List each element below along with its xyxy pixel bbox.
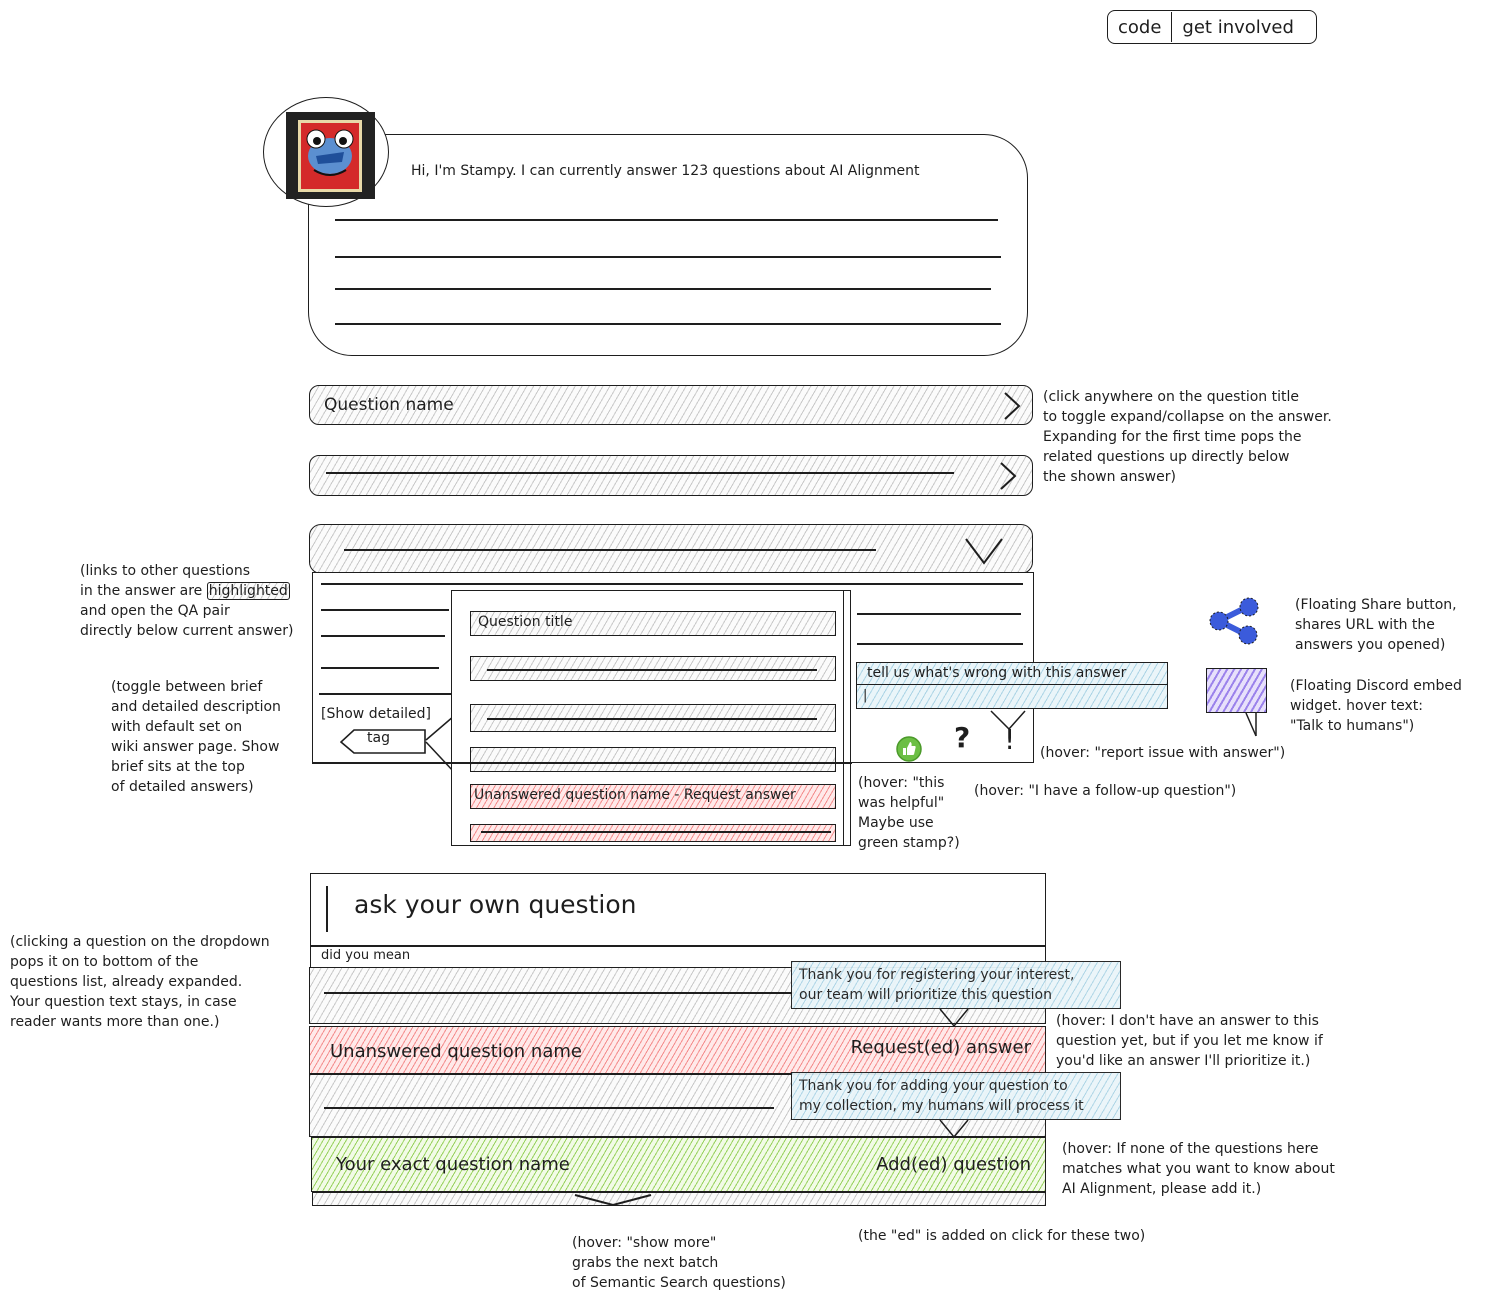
nav-link-get-involved[interactable]: get involved bbox=[1172, 17, 1304, 38]
question-title-placeholder bbox=[487, 669, 817, 671]
request-answer-hover-note: (hover: I don't have an answer to this q… bbox=[1056, 1013, 1323, 1069]
chevron-right-icon bbox=[1000, 462, 1017, 490]
related-question-unanswered[interactable] bbox=[470, 824, 836, 842]
toggle-note: (toggle between brief and detailed descr… bbox=[111, 679, 281, 795]
request-answer-tooltip: Thank you for registering your interest,… bbox=[791, 961, 1121, 1009]
related-question[interactable] bbox=[470, 656, 836, 681]
related-question[interactable]: Question title bbox=[470, 611, 836, 636]
answer-text-line bbox=[321, 667, 439, 669]
tooltip-pointer bbox=[990, 710, 1026, 731]
answer-text-line bbox=[321, 583, 1023, 585]
expand-collapse-note: (click anywhere on the question title to… bbox=[1043, 389, 1332, 485]
discord-speech-tail-icon bbox=[1245, 712, 1257, 737]
discord-note: (Floating Discord embed widget. hover te… bbox=[1290, 678, 1462, 734]
text-placeholder-line bbox=[335, 323, 1001, 325]
ask-question-placeholder: ask your own question bbox=[354, 890, 637, 919]
question-title-placeholder bbox=[481, 831, 831, 833]
panel-overlap-line bbox=[312, 762, 852, 764]
chevron-down-icon bbox=[965, 538, 1003, 565]
links-note-text: and open the QA pair directly below curr… bbox=[80, 603, 294, 639]
tooltip-pointer bbox=[939, 1008, 969, 1028]
add-question-button[interactable]: Add(ed) question bbox=[876, 1154, 1031, 1175]
text-placeholder-line bbox=[335, 288, 991, 290]
suggestion-row-exact[interactable]: Your exact question name Add(ed) questio… bbox=[311, 1137, 1046, 1192]
related-questions-panel: Question title Unanswered question name … bbox=[451, 590, 845, 846]
show-more-button[interactable] bbox=[312, 1192, 1046, 1207]
related-question[interactable] bbox=[470, 747, 836, 772]
share-icon bbox=[1209, 597, 1259, 645]
answer-text-line bbox=[857, 613, 1021, 615]
related-question-title: Question title bbox=[478, 614, 573, 630]
text-placeholder-line bbox=[335, 219, 998, 221]
text-placeholder-line bbox=[335, 256, 1001, 258]
highlighted-link-example: highlighted bbox=[206, 582, 290, 600]
helpful-hover-note: (hover: "this was helpful" Maybe use gre… bbox=[858, 775, 960, 851]
add-question-tooltip: Thank you for adding your question to my… bbox=[791, 1072, 1121, 1120]
thumbs-up-icon bbox=[896, 736, 922, 762]
helpful-button[interactable] bbox=[895, 735, 923, 767]
share-note: (Floating Share button, shares URL with … bbox=[1295, 597, 1457, 653]
ed-suffix-note: (the "ed" is added on click for these tw… bbox=[858, 1228, 1146, 1244]
top-nav: code get involved bbox=[1107, 10, 1317, 44]
question-title-placeholder bbox=[324, 992, 794, 994]
ask-question-input[interactable]: ask your own question bbox=[310, 873, 1046, 946]
exact-question-name: Your exact question name bbox=[336, 1154, 570, 1175]
intro-greeting: Hi, I'm Stampy. I can currently answer 1… bbox=[411, 163, 920, 179]
tag-label: tag bbox=[367, 730, 390, 746]
floating-discord-widget[interactable] bbox=[1206, 668, 1267, 713]
related-question-unanswered[interactable]: Unanswered question name - Request answe… bbox=[470, 784, 836, 809]
answer-text-line bbox=[319, 693, 451, 695]
chevron-right-icon bbox=[1004, 392, 1021, 420]
answer-text-line bbox=[321, 609, 449, 611]
floating-share-button[interactable] bbox=[1207, 597, 1265, 649]
unanswered-question-title: Unanswered question name - Request answe… bbox=[474, 787, 796, 803]
tooltip-pointer bbox=[939, 1119, 969, 1139]
request-answer-button[interactable]: Request(ed) answer bbox=[851, 1037, 1031, 1058]
follow-up-question-button[interactable]: ? bbox=[954, 721, 970, 754]
question-title-placeholder bbox=[324, 1107, 774, 1109]
show-more-hover-note: (hover: "show more" grabs the next batch… bbox=[572, 1235, 786, 1291]
question-title-placeholder bbox=[344, 549, 876, 551]
answer-text-line bbox=[857, 643, 1023, 645]
question-title-placeholder bbox=[487, 718, 817, 720]
feedback-input[interactable]: | bbox=[856, 684, 1168, 709]
nav-link-code[interactable]: code bbox=[1108, 17, 1171, 38]
question-title: Question name bbox=[324, 395, 454, 415]
answer-text-line bbox=[321, 635, 445, 637]
links-note: (links to other questions in the answer … bbox=[80, 561, 294, 641]
dropdown-note: (clicking a question on the dropdown pop… bbox=[10, 934, 270, 1030]
tag-chip[interactable]: tag bbox=[340, 729, 426, 754]
stamp-mascot-icon bbox=[298, 120, 362, 192]
feedback-title: tell us what's wrong with this answer bbox=[856, 662, 1168, 685]
question-row-expanded[interactable] bbox=[309, 524, 1033, 574]
chevron-down-icon bbox=[574, 1194, 652, 1207]
question-row-collapsed[interactable] bbox=[309, 455, 1033, 496]
stampy-avatar bbox=[286, 112, 375, 199]
question-title-placeholder bbox=[326, 472, 954, 474]
unanswered-question-name: Unanswered question name bbox=[330, 1041, 582, 1062]
show-detailed-toggle[interactable]: [Show detailed] bbox=[321, 706, 431, 722]
question-row-collapsed[interactable]: Question name bbox=[309, 385, 1033, 425]
add-question-hover-note: (hover: If none of the questions here ma… bbox=[1062, 1141, 1335, 1197]
related-question[interactable] bbox=[470, 704, 836, 732]
followup-hover-note: (hover: "I have a follow-up question") bbox=[974, 783, 1237, 799]
suggestion-row-unanswered[interactable]: Unanswered question name Request(ed) ans… bbox=[309, 1026, 1046, 1074]
report-hover-note: (hover: "report issue with answer") bbox=[1040, 745, 1286, 761]
text-caret bbox=[326, 886, 328, 932]
related-questions-scrollbar[interactable] bbox=[843, 590, 851, 846]
